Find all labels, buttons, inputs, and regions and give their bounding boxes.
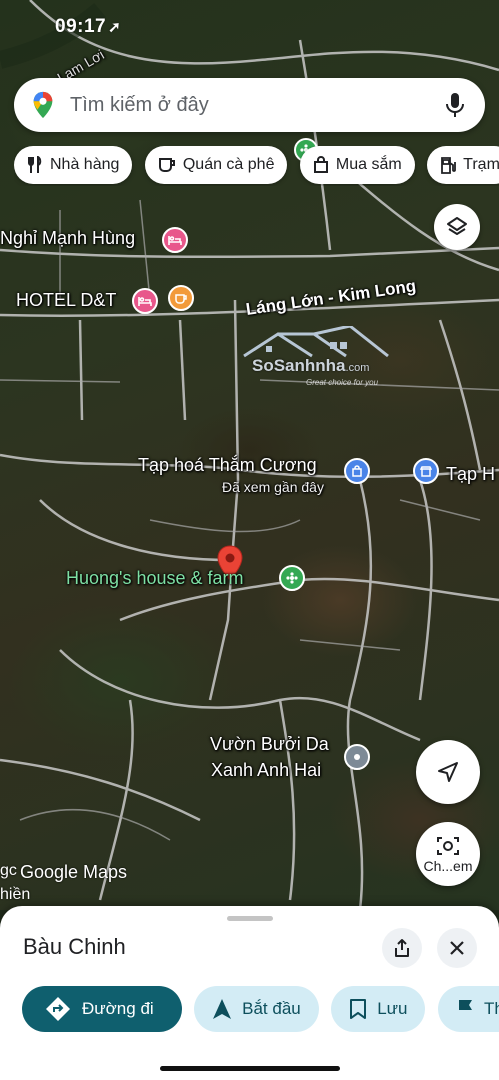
share-button[interactable] [382,928,422,968]
coffee-icon [158,158,175,172]
map-label-cut-2: hiền [0,886,31,903]
my-location-button[interactable] [416,740,480,804]
action-buttons: Đường đi Bắt đầu Lưu Thê [22,986,499,1034]
add-label-label: Thê [483,999,499,1018]
watermark-brand: SoSanhnha [252,356,346,375]
share-icon [395,939,409,957]
chip-shopping[interactable]: Mua sắm [299,146,415,184]
shopping-bag-icon[interactable] [344,458,370,484]
place-name: Bàu Chinh [23,934,126,959]
add-label-button[interactable]: Thê [437,986,499,1032]
google-maps-logo: Google Maps [20,862,128,882]
hotel-icon[interactable] [162,227,188,253]
start-label: Bắt đầu [242,999,301,1018]
map-label-nghi-manh-hung[interactable]: Nghỉ Mạnh Hùng [0,228,135,249]
directions-label: Đường đi [82,999,154,1018]
layers-button[interactable] [434,204,480,250]
bookmark-icon [350,999,367,1019]
directions-icon [46,997,70,1021]
lens-label: Ch...em [423,857,473,874]
home-indicator[interactable] [160,1066,340,1071]
watermark-logo: SoSanhnha.com Great choice for you [238,326,398,396]
watermark-domain: .com [345,362,370,374]
status-time: 09:17 ➚ [55,16,122,37]
fork-knife-icon [28,156,42,173]
map-label-huongs-house[interactable]: Huong's house & farm [66,568,244,589]
microphone-icon[interactable] [445,91,465,119]
map-label-tap-hoa[interactable]: Tạp hoá Thắm Cương [138,455,317,476]
map-label-vuon-buoi-1[interactable]: Vườn Bưởi Da [210,734,329,755]
navigate-arrow-icon [213,999,232,1019]
directions-button[interactable]: Đường đi [22,986,182,1032]
chip-label: Mua sắm [335,156,402,173]
bottom-sheet[interactable]: Bàu Chinh Đường đi Bắt đầu Lưu T [0,906,499,1080]
store-icon[interactable] [413,458,439,484]
lens-button[interactable]: Ch...em [416,822,480,886]
map-label-vuon-buoi-2[interactable]: Xanh Anh Hai [211,760,321,781]
map-label-tap-h[interactable]: Tạp H [446,464,495,485]
close-button[interactable] [437,928,477,968]
location-arrow-icon: ➚ [108,19,122,36]
category-chips: Nhà hàng Quán cà phê Mua sắm Trạm [14,146,499,186]
camera-lens-icon [437,836,459,855]
map-label-recently-viewed: Đã xem gần đây [222,479,324,495]
save-button[interactable]: Lưu [331,986,426,1032]
save-label: Lưu [377,999,408,1018]
chip-label: Trạm [463,156,499,173]
flag-icon [458,1000,472,1019]
close-icon [450,941,464,955]
search-bar[interactable]: Tìm kiếm ở đây [14,78,485,132]
shopping-bag-icon [313,156,328,173]
search-input[interactable]: Tìm kiếm ở đây [70,94,445,117]
google-maps-pin-icon [33,91,53,119]
map-label-hotel-dt[interactable]: HOTEL D&T [16,290,116,311]
chip-cafes[interactable]: Quán cà phê [144,146,288,184]
sheet-drag-handle[interactable] [227,916,273,921]
flower-icon[interactable] [279,565,305,591]
gas-station-icon [441,157,457,174]
place-dot-icon[interactable] [344,744,370,770]
chip-label: Nhà hàng [50,156,120,173]
hotel-icon[interactable] [132,288,158,314]
coffee-icon[interactable] [168,285,194,311]
map-label-cut-1: gc [0,862,17,879]
chip-label: Quán cà phê [182,156,275,173]
chip-gas[interactable]: Trạm [427,146,499,184]
start-button[interactable]: Bắt đầu [194,986,319,1032]
watermark-tagline: Great choice for you [306,378,379,387]
navigation-arrow-icon [438,762,458,782]
layers-icon [447,217,467,235]
chip-restaurants[interactable]: Nhà hàng [14,146,133,184]
